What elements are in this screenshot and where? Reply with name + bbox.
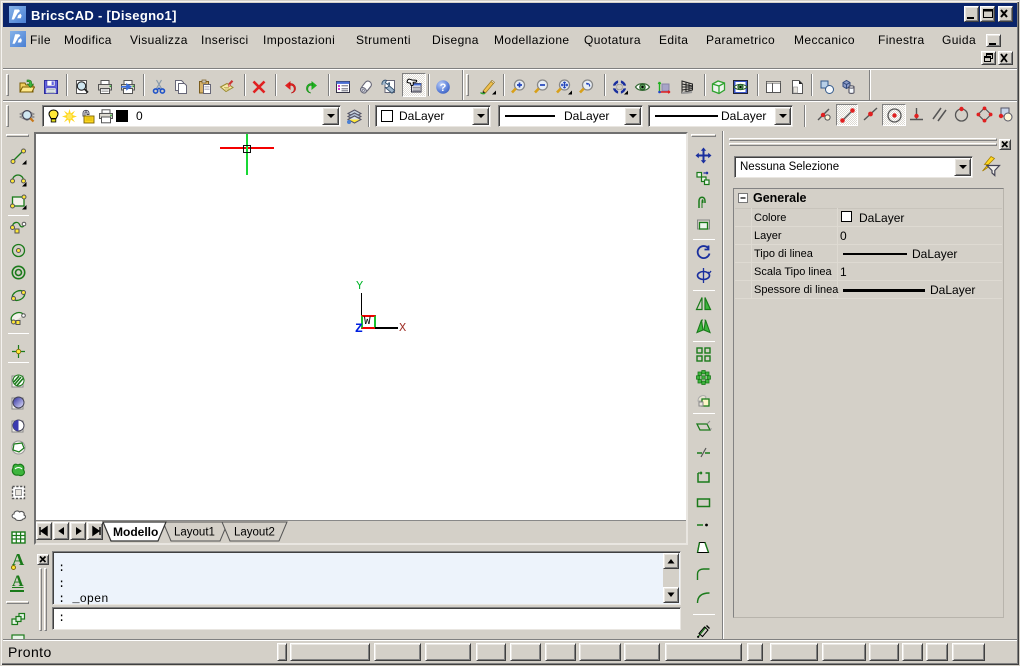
svg-text:Layout1: Layout1	[174, 527, 215, 539]
svg-text:Layout2: Layout2	[234, 527, 275, 539]
svg-text:Modello: Modello	[113, 525, 158, 539]
svg-text:?: ?	[440, 82, 447, 94]
